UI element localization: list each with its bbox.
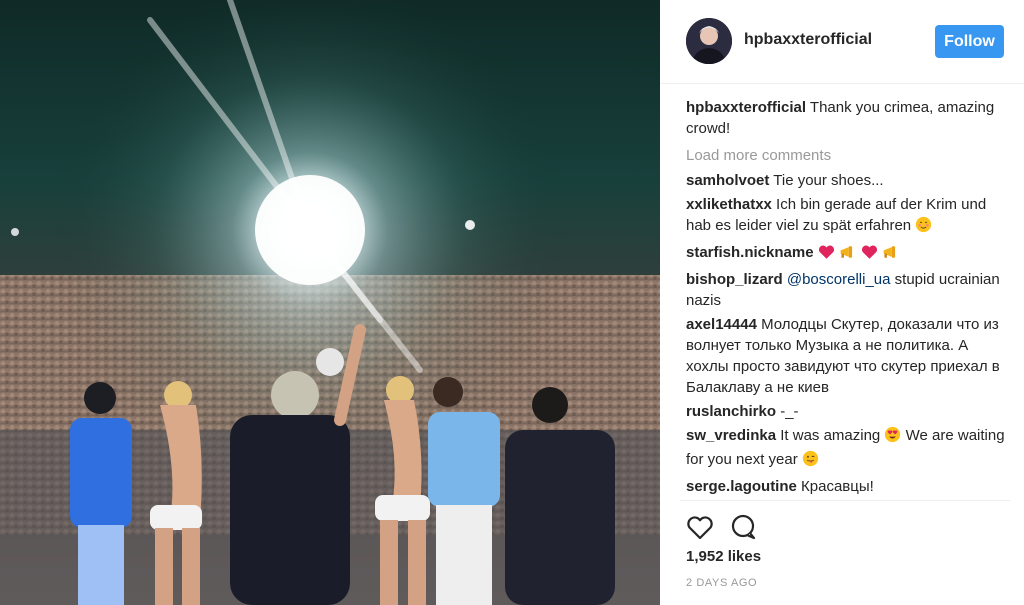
blushing-face-emoji [915,216,932,239]
actions-divider [680,500,1010,501]
comment-item: starfish.nickname [686,242,1011,266]
comment-username[interactable]: xxlikethatxx [686,196,772,213]
comment-username[interactable]: serge.lagoutine [686,478,797,495]
comment-item: axel14444 Молодцы Скутер, доказали что и… [686,314,1011,398]
post-header: hpbaxxterofficial Follow [660,0,1024,84]
comment-username[interactable]: sw_vredinka [686,427,776,444]
comment-text: Красавцы! [796,478,874,495]
speech-bubble-icon[interactable] [728,512,758,542]
comment-item: sw_vredinka It was amazing We are waitin… [686,425,1011,473]
comment-item: samholvoet Tie your shoes... [686,170,1011,191]
comment-mention-link[interactable]: @boscorelli_ua [783,271,891,288]
heart-eyes-emoji [884,426,901,449]
comment-text: Tie your shoes... [769,172,884,189]
post-caption: hpbaxxterofficial Thank you crimea, amaz… [686,97,1011,139]
megaphone-emoji [839,244,857,266]
follow-button[interactable]: Follow [935,25,1004,58]
comment-text: -_- [776,403,799,420]
comments-list: hpbaxxterofficial Thank you crimea, amaz… [686,97,1011,500]
comment-username[interactable]: samholvoet [686,172,769,189]
comment-username[interactable]: starfish.nickname [686,244,814,261]
post-photo[interactable] [0,0,660,605]
concert-stage-photo [0,0,660,605]
load-more-comments-link[interactable]: Load more comments [686,145,1011,166]
comment-username[interactable]: bishop_lizard [686,271,783,288]
avatar-image [686,18,732,64]
winking-tongue-emoji [802,450,819,473]
comment-username[interactable]: axel14444 [686,316,757,333]
comment-item: bishop_lizard @boscorelli_ua stupid ucra… [686,269,1011,311]
comment-item: ruslanchirko -_- [686,401,1011,422]
avatar[interactable] [686,18,732,64]
red-heart-emoji [861,244,878,266]
heart-outline-icon[interactable] [685,512,715,542]
comment-username[interactable]: ruslanchirko [686,403,776,420]
red-heart-emoji [818,244,835,266]
post-timestamp: 2 DAYS AGO [686,577,758,589]
comment-text: It was amazing [776,427,885,444]
comment-item: serge.lagoutine Красавцы! [686,476,1011,497]
header-username[interactable]: hpbaxxterofficial [744,31,872,49]
post-details-panel: hpbaxxterofficial Follow hpbaxxteroffici… [660,0,1024,605]
comment-item: xxlikethatxx Ich bin gerade auf der Krim… [686,194,1011,239]
likes-count[interactable]: 1,952 likes [686,548,761,565]
megaphone-emoji [882,244,900,266]
caption-username[interactable]: hpbaxxterofficial [686,99,806,116]
